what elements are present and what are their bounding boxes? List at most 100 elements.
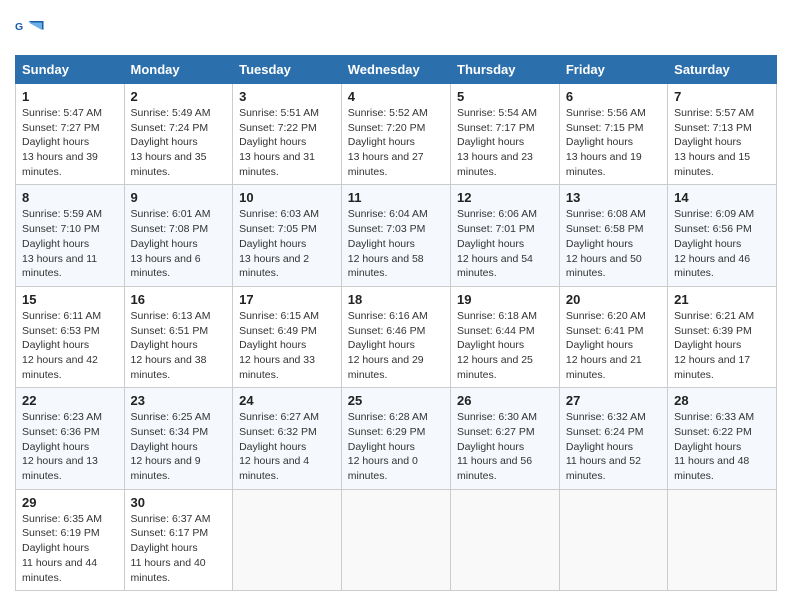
calendar-cell: 4 Sunrise: 5:52 AM Sunset: 7:20 PM Dayli… (341, 84, 450, 185)
calendar-cell: 30 Sunrise: 6:37 AM Sunset: 6:17 PM Dayl… (124, 489, 233, 590)
calendar-cell: 19 Sunrise: 6:18 AM Sunset: 6:44 PM Dayl… (451, 286, 560, 387)
calendar-cell: 14 Sunrise: 6:09 AM Sunset: 6:56 PM Dayl… (668, 185, 777, 286)
day-number: 21 (674, 292, 770, 307)
calendar-cell: 2 Sunrise: 5:49 AM Sunset: 7:24 PM Dayli… (124, 84, 233, 185)
day-detail: Sunrise: 6:08 AM Sunset: 6:58 PM Dayligh… (566, 207, 661, 280)
day-detail: Sunrise: 6:16 AM Sunset: 6:46 PM Dayligh… (348, 309, 444, 382)
calendar-cell: 21 Sunrise: 6:21 AM Sunset: 6:39 PM Dayl… (668, 286, 777, 387)
calendar-cell (668, 489, 777, 590)
col-header-tuesday: Tuesday (233, 56, 342, 84)
day-detail: Sunrise: 6:21 AM Sunset: 6:39 PM Dayligh… (674, 309, 770, 382)
calendar-cell: 29 Sunrise: 6:35 AM Sunset: 6:19 PM Dayl… (16, 489, 125, 590)
calendar-cell: 24 Sunrise: 6:27 AM Sunset: 6:32 PM Dayl… (233, 388, 342, 489)
day-number: 14 (674, 190, 770, 205)
calendar-cell: 28 Sunrise: 6:33 AM Sunset: 6:22 PM Dayl… (668, 388, 777, 489)
day-detail: Sunrise: 5:59 AM Sunset: 7:10 PM Dayligh… (22, 207, 118, 280)
calendar-cell: 3 Sunrise: 5:51 AM Sunset: 7:22 PM Dayli… (233, 84, 342, 185)
day-detail: Sunrise: 6:18 AM Sunset: 6:44 PM Dayligh… (457, 309, 553, 382)
day-number: 27 (566, 393, 661, 408)
calendar-cell: 17 Sunrise: 6:15 AM Sunset: 6:49 PM Dayl… (233, 286, 342, 387)
calendar-cell: 1 Sunrise: 5:47 AM Sunset: 7:27 PM Dayli… (16, 84, 125, 185)
day-number: 7 (674, 89, 770, 104)
day-detail: Sunrise: 5:52 AM Sunset: 7:20 PM Dayligh… (348, 106, 444, 179)
day-number: 24 (239, 393, 335, 408)
day-number: 23 (131, 393, 227, 408)
day-detail: Sunrise: 6:09 AM Sunset: 6:56 PM Dayligh… (674, 207, 770, 280)
calendar-cell (559, 489, 667, 590)
day-detail: Sunrise: 6:25 AM Sunset: 6:34 PM Dayligh… (131, 410, 227, 483)
calendar-cell: 27 Sunrise: 6:32 AM Sunset: 6:24 PM Dayl… (559, 388, 667, 489)
calendar-cell (341, 489, 450, 590)
day-detail: Sunrise: 6:32 AM Sunset: 6:24 PM Dayligh… (566, 410, 661, 483)
day-number: 6 (566, 89, 661, 104)
day-detail: Sunrise: 6:11 AM Sunset: 6:53 PM Dayligh… (22, 309, 118, 382)
day-number: 2 (131, 89, 227, 104)
calendar-cell: 20 Sunrise: 6:20 AM Sunset: 6:41 PM Dayl… (559, 286, 667, 387)
logo: G (15, 15, 49, 45)
calendar-cell (233, 489, 342, 590)
calendar-week-0: 1 Sunrise: 5:47 AM Sunset: 7:27 PM Dayli… (16, 84, 777, 185)
col-header-friday: Friday (559, 56, 667, 84)
day-number: 5 (457, 89, 553, 104)
day-detail: Sunrise: 6:13 AM Sunset: 6:51 PM Dayligh… (131, 309, 227, 382)
day-number: 12 (457, 190, 553, 205)
calendar-week-1: 8 Sunrise: 5:59 AM Sunset: 7:10 PM Dayli… (16, 185, 777, 286)
day-number: 22 (22, 393, 118, 408)
calendar-cell: 7 Sunrise: 5:57 AM Sunset: 7:13 PM Dayli… (668, 84, 777, 185)
col-header-thursday: Thursday (451, 56, 560, 84)
day-detail: Sunrise: 6:15 AM Sunset: 6:49 PM Dayligh… (239, 309, 335, 382)
calendar-cell: 18 Sunrise: 6:16 AM Sunset: 6:46 PM Dayl… (341, 286, 450, 387)
calendar-cell (451, 489, 560, 590)
day-number: 11 (348, 190, 444, 205)
calendar-cell: 25 Sunrise: 6:28 AM Sunset: 6:29 PM Dayl… (341, 388, 450, 489)
day-number: 29 (22, 495, 118, 510)
calendar-cell: 12 Sunrise: 6:06 AM Sunset: 7:01 PM Dayl… (451, 185, 560, 286)
day-detail: Sunrise: 6:30 AM Sunset: 6:27 PM Dayligh… (457, 410, 553, 483)
day-detail: Sunrise: 6:01 AM Sunset: 7:08 PM Dayligh… (131, 207, 227, 280)
day-detail: Sunrise: 5:47 AM Sunset: 7:27 PM Dayligh… (22, 106, 118, 179)
day-detail: Sunrise: 6:03 AM Sunset: 7:05 PM Dayligh… (239, 207, 335, 280)
day-detail: Sunrise: 5:49 AM Sunset: 7:24 PM Dayligh… (131, 106, 227, 179)
col-header-saturday: Saturday (668, 56, 777, 84)
day-number: 17 (239, 292, 335, 307)
col-header-monday: Monday (124, 56, 233, 84)
calendar-cell: 16 Sunrise: 6:13 AM Sunset: 6:51 PM Dayl… (124, 286, 233, 387)
calendar-week-3: 22 Sunrise: 6:23 AM Sunset: 6:36 PM Dayl… (16, 388, 777, 489)
calendar-cell: 13 Sunrise: 6:08 AM Sunset: 6:58 PM Dayl… (559, 185, 667, 286)
day-detail: Sunrise: 6:28 AM Sunset: 6:29 PM Dayligh… (348, 410, 444, 483)
day-detail: Sunrise: 5:54 AM Sunset: 7:17 PM Dayligh… (457, 106, 553, 179)
day-number: 18 (348, 292, 444, 307)
calendar-cell: 10 Sunrise: 6:03 AM Sunset: 7:05 PM Dayl… (233, 185, 342, 286)
calendar-cell: 11 Sunrise: 6:04 AM Sunset: 7:03 PM Dayl… (341, 185, 450, 286)
day-detail: Sunrise: 6:23 AM Sunset: 6:36 PM Dayligh… (22, 410, 118, 483)
page-header: G (15, 15, 777, 45)
calendar-cell: 6 Sunrise: 5:56 AM Sunset: 7:15 PM Dayli… (559, 84, 667, 185)
day-number: 4 (348, 89, 444, 104)
day-number: 25 (348, 393, 444, 408)
calendar-week-4: 29 Sunrise: 6:35 AM Sunset: 6:19 PM Dayl… (16, 489, 777, 590)
day-number: 30 (131, 495, 227, 510)
day-detail: Sunrise: 5:51 AM Sunset: 7:22 PM Dayligh… (239, 106, 335, 179)
col-header-sunday: Sunday (16, 56, 125, 84)
day-number: 16 (131, 292, 227, 307)
day-number: 8 (22, 190, 118, 205)
day-number: 3 (239, 89, 335, 104)
calendar-cell: 15 Sunrise: 6:11 AM Sunset: 6:53 PM Dayl… (16, 286, 125, 387)
logo-icon: G (15, 15, 45, 45)
calendar-cell: 8 Sunrise: 5:59 AM Sunset: 7:10 PM Dayli… (16, 185, 125, 286)
calendar-table: SundayMondayTuesdayWednesdayThursdayFrid… (15, 55, 777, 591)
day-number: 9 (131, 190, 227, 205)
day-detail: Sunrise: 6:04 AM Sunset: 7:03 PM Dayligh… (348, 207, 444, 280)
calendar-cell: 22 Sunrise: 6:23 AM Sunset: 6:36 PM Dayl… (16, 388, 125, 489)
col-header-wednesday: Wednesday (341, 56, 450, 84)
day-detail: Sunrise: 5:57 AM Sunset: 7:13 PM Dayligh… (674, 106, 770, 179)
day-detail: Sunrise: 6:27 AM Sunset: 6:32 PM Dayligh… (239, 410, 335, 483)
day-number: 13 (566, 190, 661, 205)
day-detail: Sunrise: 5:56 AM Sunset: 7:15 PM Dayligh… (566, 106, 661, 179)
day-detail: Sunrise: 6:35 AM Sunset: 6:19 PM Dayligh… (22, 512, 118, 585)
day-number: 1 (22, 89, 118, 104)
day-detail: Sunrise: 6:33 AM Sunset: 6:22 PM Dayligh… (674, 410, 770, 483)
calendar-cell: 26 Sunrise: 6:30 AM Sunset: 6:27 PM Dayl… (451, 388, 560, 489)
day-detail: Sunrise: 6:06 AM Sunset: 7:01 PM Dayligh… (457, 207, 553, 280)
day-number: 28 (674, 393, 770, 408)
